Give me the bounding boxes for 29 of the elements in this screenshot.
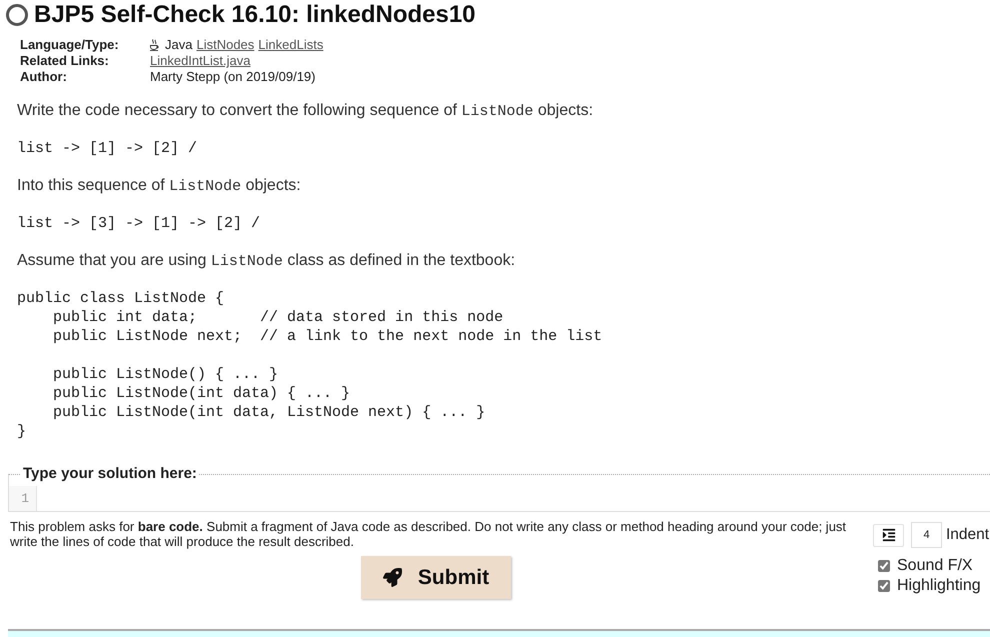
rocket-icon [382,568,402,587]
indent-button[interactable] [873,524,904,546]
meta-value: Marty Stepp (on 2019/09/19) [150,69,316,85]
instruction-text: Into this sequence of ListNode objects: [17,176,301,196]
option-label: Highlighting [897,576,981,596]
topic-link[interactable]: LinkedIntList.java [150,53,250,69]
indent-icon [882,528,896,542]
instruction-text: Assume that you are using ListNode class as defined in the textbook: [17,251,516,271]
page-title: BJP5 Self-Check 16.10: linkedNodes10 [34,2,476,28]
instructions-text: This problem asks for bare code. Submit a fragment of Java code as described. Do not write any class or method heading around your code; just write the lines of code that will produce the result described. [10,519,848,549]
meta-label: Author: [20,69,68,85]
instruction-text: Write the code necessary to convert the following sequence of ListNode objects: [17,101,594,121]
option-checkbox[interactable] [878,580,890,592]
solution-heading: Type your solution here: [22,465,198,483]
code-sample: public class ListNode { public int data; // data stored in this node public ListNode next; // a link to the next node in the list public ListNode() { ... } public ListNode(int data) { ... } public ListNode(int data, ListNode next) { ... } } [17,289,602,441]
option-checkbox[interactable] [878,560,890,572]
line-number: 1 [21,490,29,508]
code-sample: list -> [1] -> [2] / [17,139,198,158]
code-sample: list -> [3] -> [1] -> [2] / [17,214,260,233]
indent-size-field[interactable]: 4 [911,522,942,548]
language-name: Java [165,37,192,53]
topic-link[interactable]: LinkedLists [258,37,324,53]
option-label: Sound F/X [897,556,973,576]
indent-label: Indent [946,525,990,545]
meta-label: Language/Type: [20,37,120,53]
submit-button[interactable]: Submit [361,556,511,599]
coffee-cup-icon [150,39,159,51]
topic-link[interactable]: ListNodes [196,37,254,53]
meta-label: Related Links: [20,53,110,69]
